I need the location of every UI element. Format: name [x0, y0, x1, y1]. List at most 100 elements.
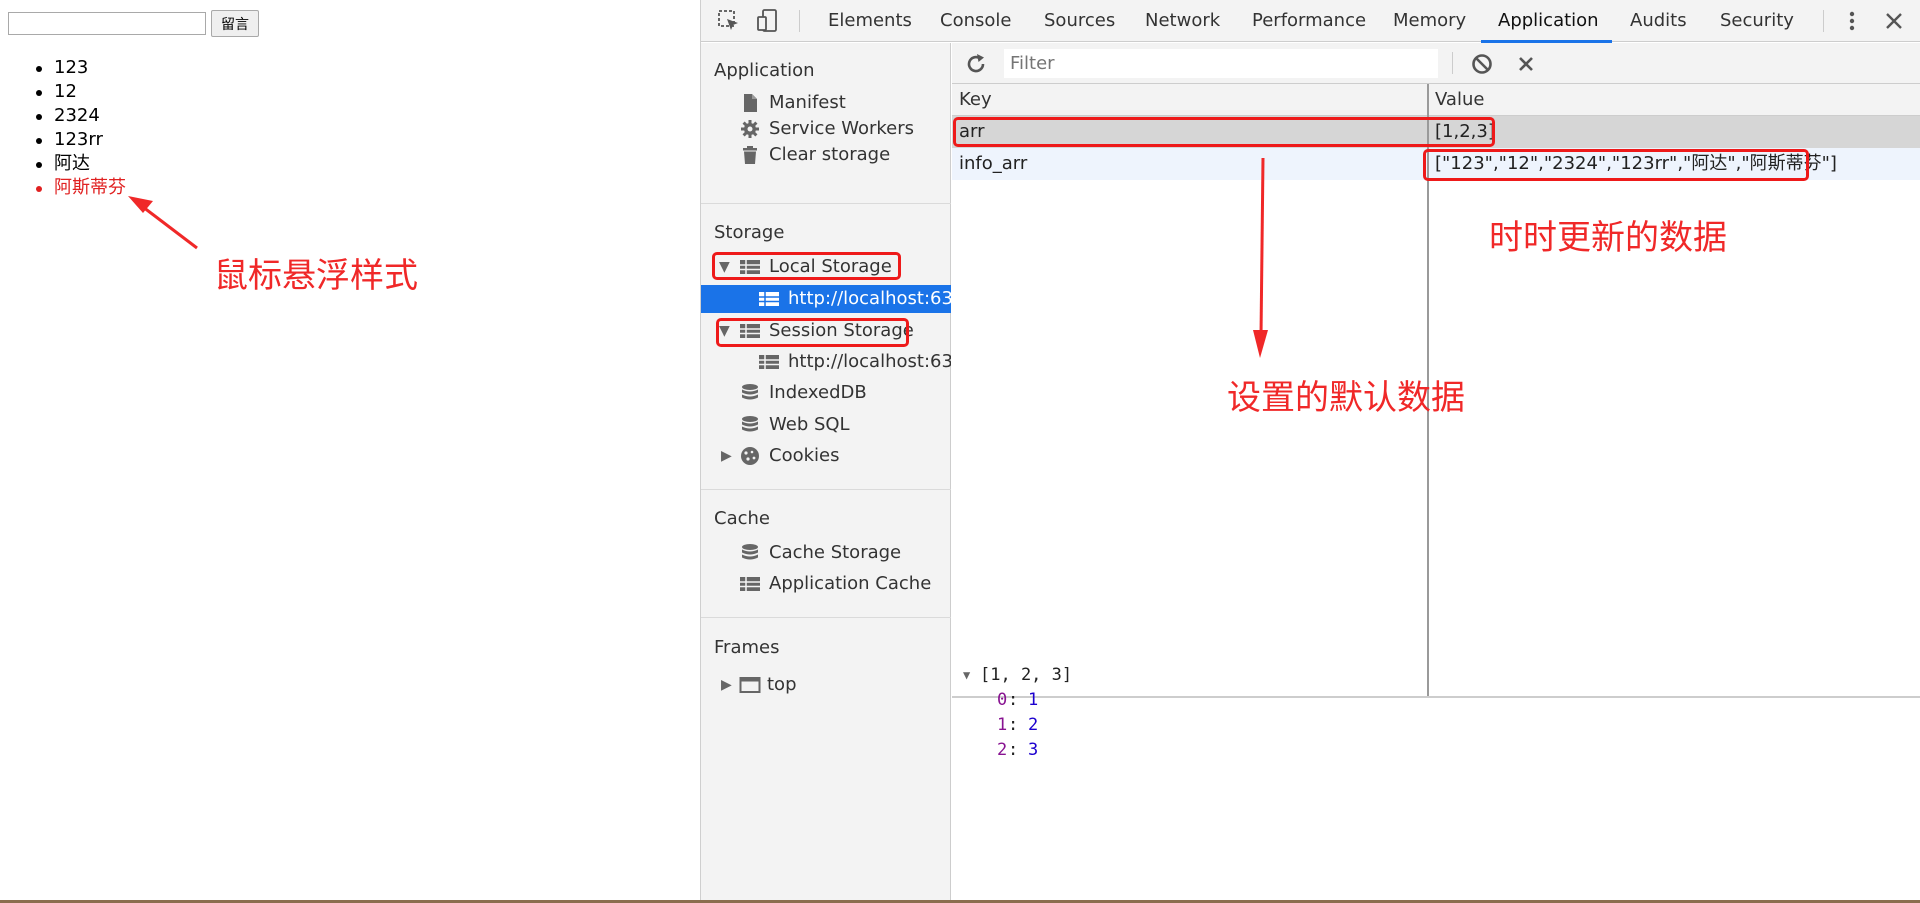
list-item[interactable]: 12 [34, 80, 126, 104]
sidebar-item-label: Service Workers [769, 118, 915, 139]
column-header-key[interactable]: Key [959, 84, 992, 116]
cookie-icon [741, 447, 759, 465]
refresh-icon[interactable] [964, 52, 988, 76]
sidebar-item-label: Manifest [769, 92, 846, 113]
list-item[interactable]: 123rr [34, 128, 126, 152]
device-toolbar-icon[interactable] [755, 8, 781, 34]
list-item-hovered[interactable]: 阿斯蒂芬 [34, 176, 126, 200]
gear-icon [741, 120, 759, 138]
tab-memory[interactable]: Memory [1393, 0, 1466, 42]
sidebar-item-local-storage-origin[interactable]: http://localhost:633 [701, 285, 951, 313]
sidebar-item-label: Application Cache [769, 573, 932, 594]
database-icon [742, 384, 758, 400]
sidebar-item-label: Clear storage [769, 144, 891, 165]
sidebar-divider [701, 203, 951, 204]
devtools-panel: Elements Console Sources Network Perform… [700, 0, 1920, 903]
sidebar-item-local-storage[interactable]: ▼ Local Storage [701, 253, 951, 281]
preview-entry-index: 2 [997, 740, 1008, 760]
frame-window-icon [739, 677, 761, 693]
list-item[interactable]: 阿达 [34, 152, 126, 176]
toolbar-separator [1452, 52, 1453, 74]
annotation-live-data: 时时更新的数据 [1489, 218, 1727, 258]
list-item[interactable]: 2324 [34, 104, 126, 128]
row-key: arr [959, 121, 985, 142]
list-item[interactable]: 123 [34, 56, 126, 80]
column-header-value[interactable]: Value [1435, 84, 1484, 116]
preview-colon: : [1008, 715, 1019, 735]
tab-sources[interactable]: Sources [1044, 0, 1115, 42]
sidebar-item-service-workers[interactable]: Service Workers [701, 115, 951, 143]
toolbar-separator [799, 10, 800, 32]
row-key: info_arr [959, 153, 1028, 174]
expand-triangle-icon[interactable]: ▼ [719, 253, 730, 281]
expand-triangle-icon[interactable]: ▼ [963, 668, 970, 682]
sidebar-item-indexeddb[interactable]: IndexedDB [701, 379, 951, 407]
expand-triangle-icon[interactable]: ▼ [719, 317, 730, 345]
sidebar-item-label: Web SQL [769, 414, 850, 435]
sidebar-item-clear-storage[interactable]: Clear storage [701, 141, 951, 169]
inspect-element-icon[interactable] [716, 8, 742, 34]
preview-colon: : [1008, 740, 1019, 760]
database-icon [742, 544, 758, 560]
storage-toolbar [952, 43, 1920, 84]
leave-message-button[interactable]: 留言 [211, 10, 259, 37]
delete-selected-icon[interactable] [1514, 52, 1538, 76]
tab-security[interactable]: Security [1720, 0, 1794, 42]
collapsed-triangle-icon[interactable]: ▶ [721, 671, 732, 699]
message-list: 123 12 2324 123rr 阿达 阿斯蒂芬 [34, 56, 126, 200]
sidebar-item-label: top [767, 674, 797, 695]
toolbar-separator [1823, 10, 1824, 32]
preview-colon: : [1008, 690, 1019, 710]
filter-input[interactable] [1004, 49, 1438, 78]
table-icon [759, 292, 779, 306]
sidebar-item-label: http://localhost:633 [788, 351, 951, 372]
sidebar-item-frame-top[interactable]: ▶ top [701, 671, 951, 699]
annotation-hover-style: 鼠标悬浮样式 [214, 256, 418, 296]
table-icon [740, 577, 760, 591]
sidebar-heading-cache: Cache [714, 508, 770, 529]
sidebar-item-cookies[interactable]: ▶ Cookies [701, 442, 951, 470]
grid-header: Key Value [952, 84, 1920, 116]
sidebar-heading-frames: Frames [714, 637, 780, 658]
sidebar-item-label: http://localhost:633 [788, 288, 951, 309]
sidebar-divider [701, 489, 951, 490]
tab-application[interactable]: Application [1498, 0, 1599, 42]
web-page: 留言 123 12 2324 123rr 阿达 阿斯蒂芬 鼠标悬浮样式 [0, 0, 700, 903]
sidebar-item-application-cache[interactable]: Application Cache [701, 570, 951, 598]
table-icon [740, 324, 760, 338]
sidebar-item-label: Cookies [769, 445, 840, 466]
table-icon [740, 260, 760, 274]
sidebar-item-label: IndexedDB [769, 382, 867, 403]
table-row[interactable]: info_arr ["123","12","2324","123rr","阿达"… [952, 148, 1920, 180]
application-sidebar: Application Manifest Service Workers Cle… [701, 43, 951, 903]
preview-entry-index: 1 [997, 715, 1008, 735]
sidebar-item-session-storage[interactable]: ▼ Session Storage [701, 317, 951, 345]
sidebar-item-session-storage-origin[interactable]: http://localhost:633 [701, 348, 951, 376]
trash-icon [743, 146, 757, 164]
sidebar-item-web-sql[interactable]: Web SQL [701, 411, 951, 439]
collapsed-triangle-icon[interactable]: ▶ [721, 442, 732, 470]
preview-entry-index: 0 [997, 690, 1008, 710]
table-row[interactable]: arr [1,2,3] [952, 116, 1920, 148]
sidebar-item-label: Session Storage [769, 320, 914, 341]
preview-entry-value: 3 [1028, 740, 1039, 760]
tab-elements[interactable]: Elements [828, 0, 912, 42]
devtools-toolbar: Elements Console Sources Network Perform… [701, 0, 1920, 43]
preview-summary: [1, 2, 3] [980, 665, 1073, 685]
tab-performance[interactable]: Performance [1252, 0, 1366, 42]
sidebar-item-manifest[interactable]: Manifest [701, 89, 951, 117]
sidebar-heading-application: Application [714, 60, 815, 81]
tab-console[interactable]: Console [940, 0, 1011, 42]
more-options-icon[interactable] [1839, 8, 1865, 34]
tab-audits[interactable]: Audits [1630, 0, 1687, 42]
file-icon [744, 94, 757, 112]
tab-network[interactable]: Network [1145, 0, 1220, 42]
clear-all-icon[interactable] [1470, 52, 1494, 76]
message-input[interactable] [8, 12, 206, 35]
table-icon [759, 355, 779, 369]
sidebar-item-cache-storage[interactable]: Cache Storage [701, 539, 951, 567]
preview-entry-value: 2 [1028, 715, 1039, 735]
close-devtools-icon[interactable] [1881, 8, 1907, 34]
annotation-default-data: 设置的默认数据 [1227, 378, 1465, 418]
row-value: ["123","12","2324","123rr","阿达","阿斯蒂芬"] [1435, 153, 1837, 174]
